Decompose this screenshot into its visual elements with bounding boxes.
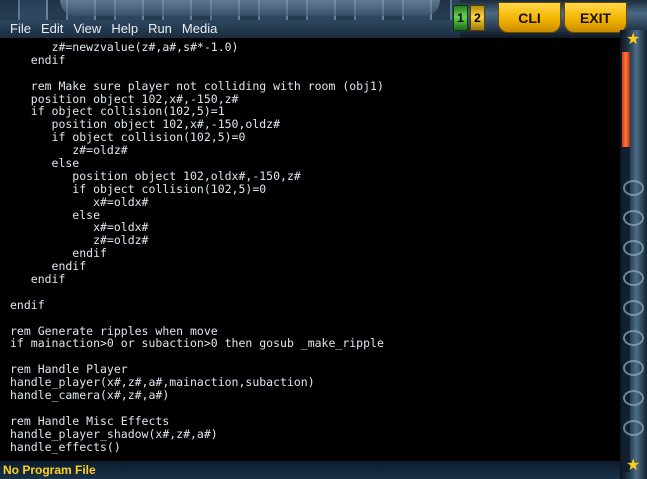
editor-1-button[interactable]: 1 <box>453 5 468 31</box>
code-line[interactable]: else <box>10 157 620 170</box>
coil-decoration <box>623 360 644 376</box>
status-bar: No Program File <box>0 461 620 479</box>
menu-help[interactable]: Help <box>106 20 143 38</box>
coil-decoration <box>623 390 644 406</box>
code-line[interactable]: endif <box>10 273 620 286</box>
code-line[interactable] <box>10 402 620 415</box>
menu-file[interactable]: File <box>0 20 36 38</box>
code-line[interactable]: z#=newzvalue(z#,a#,s#*-1.0) <box>10 41 620 54</box>
code-line[interactable]: handle_player_shadow(x#,z#,a#) <box>10 427 620 441</box>
code-line[interactable]: handle_camera(x#,z#,a#) <box>10 389 620 402</box>
code-line[interactable]: if mainaction>0 or subaction>0 then gosu… <box>10 337 620 350</box>
coil-decoration <box>623 210 644 226</box>
menu-media[interactable]: Media <box>177 20 222 38</box>
star-icon: ★ <box>626 31 641 48</box>
coil-decoration <box>623 420 644 436</box>
code-line[interactable]: endif <box>10 247 620 260</box>
menu-bar: File Edit View Help Run Media <box>0 20 460 38</box>
cli-button[interactable]: CLI <box>498 2 561 33</box>
code-line[interactable]: endif <box>10 53 620 67</box>
coil-decoration <box>623 180 644 196</box>
coil-decoration <box>623 300 644 316</box>
title-bar: File Edit View Help Run Media 1 2 CLI EX… <box>0 0 647 38</box>
code-text[interactable]: z#=newzvalue(z#,a#,s#*-1.0) endif rem Ma… <box>0 38 620 454</box>
code-line[interactable] <box>10 286 620 299</box>
code-line[interactable]: if object collision(102,5)=0 <box>10 182 620 196</box>
code-line[interactable]: rem Make sure player not colliding with … <box>10 79 620 93</box>
code-line[interactable]: endif <box>10 298 620 312</box>
chrome-decoration-arch <box>60 0 440 16</box>
code-line[interactable] <box>10 67 620 80</box>
right-decoration: ★ ★ <box>620 30 647 479</box>
code-editor[interactable]: z#=newzvalue(z#,a#,s#*-1.0) endif rem Ma… <box>0 38 620 461</box>
code-line[interactable]: rem Handle Misc Effects <box>10 414 620 428</box>
code-line[interactable]: handle_effects() <box>10 440 620 454</box>
exit-button[interactable]: EXIT <box>564 2 627 33</box>
editor-2-button[interactable]: 2 <box>470 5 485 31</box>
code-line[interactable]: z#=oldz# <box>10 144 620 157</box>
coil-decoration <box>623 270 644 286</box>
coil-decoration <box>623 240 644 256</box>
menu-edit[interactable]: Edit <box>36 20 68 38</box>
code-line[interactable] <box>10 312 620 325</box>
menu-view[interactable]: View <box>68 20 106 38</box>
status-text: No Program File <box>3 463 96 477</box>
coil-decoration <box>623 330 644 346</box>
code-line[interactable]: endif <box>10 260 620 273</box>
scrollbar-thumb[interactable] <box>622 52 630 147</box>
code-line[interactable]: position object 102,oldx#,-150,z# <box>10 170 620 183</box>
menu-run[interactable]: Run <box>143 20 177 38</box>
star-icon: ★ <box>626 457 641 474</box>
code-line[interactable]: x#=oldx# <box>10 195 620 209</box>
